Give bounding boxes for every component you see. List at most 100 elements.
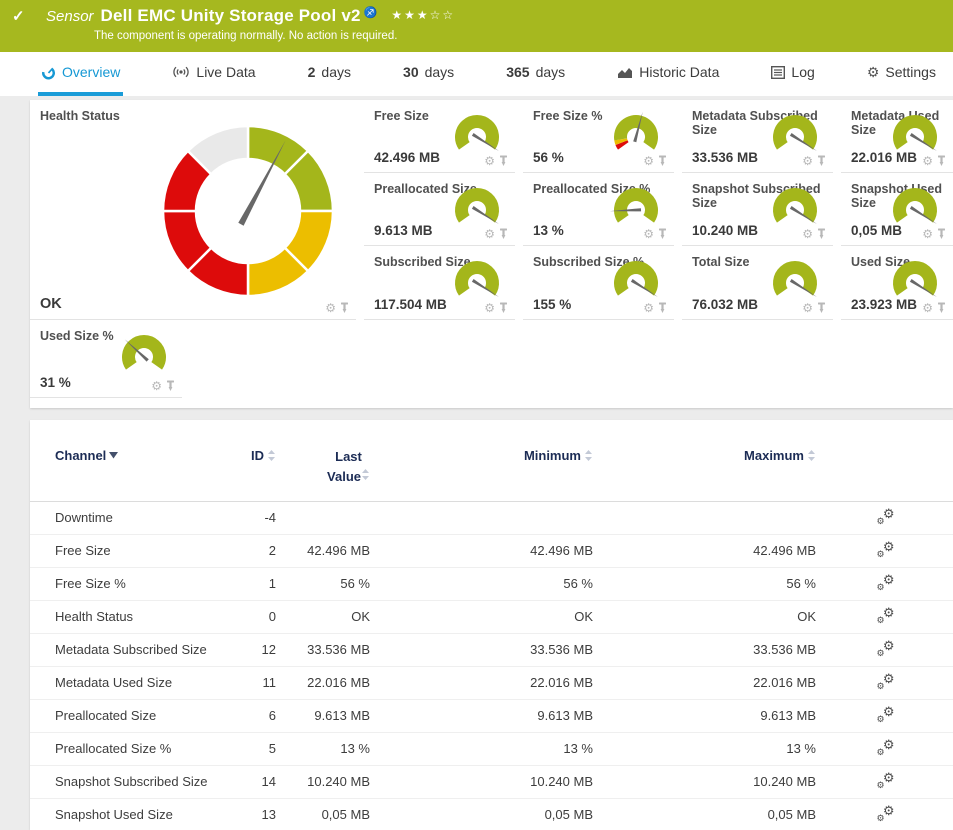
- channel-settings-icon[interactable]: ⚙⚙: [877, 805, 895, 821]
- channel-settings-icon[interactable]: ⚙⚙: [877, 772, 895, 788]
- gauge-settings-gear-icon[interactable]: ⚙: [922, 302, 933, 314]
- channel-name: Metadata Used Size: [30, 666, 220, 699]
- gauge-value: 22.016 MB: [851, 150, 917, 165]
- gauge-settings-gear-icon[interactable]: ⚙: [325, 302, 336, 314]
- channel-settings-icon[interactable]: ⚙⚙: [877, 673, 895, 689]
- gauge-settings-gear-icon[interactable]: ⚙: [484, 228, 495, 240]
- channel-settings-icon[interactable]: ⚙⚙: [877, 739, 895, 755]
- sensor-tab-bar: Overview Live Data 2days 30days 365days Histo…: [0, 52, 953, 96]
- tab-overview[interactable]: Overview: [38, 52, 123, 96]
- pin-icon[interactable]: [817, 302, 826, 314]
- pin-icon[interactable]: [658, 228, 667, 240]
- gauge-settings-gear-icon[interactable]: ⚙: [484, 302, 495, 314]
- tab-live-data[interactable]: Live Data: [169, 52, 258, 96]
- channel-settings-icon[interactable]: ⚙⚙: [877, 640, 895, 656]
- gauge-cell-used-size[interactable]: Used Size23.923 MB⚙: [841, 246, 953, 320]
- gauge-settings-gear-icon[interactable]: ⚙: [151, 380, 162, 392]
- column-header-maximum[interactable]: Maximum: [595, 436, 818, 501]
- gauge-cell-snapshot-subscribed-size[interactable]: Snapshot Subscribed Size10.240 MB⚙: [682, 173, 833, 246]
- priority-stars[interactable]: ★★★☆☆: [391, 8, 455, 22]
- channel-last-value: 0,05 MB: [278, 798, 372, 830]
- channel-row-snapshot-subscribed-size[interactable]: Snapshot Subscribed Size1410.240 MB10.24…: [30, 765, 953, 798]
- column-header-minimum[interactable]: Minimum: [372, 436, 595, 501]
- gauge-settings-gear-icon[interactable]: ⚙: [922, 228, 933, 240]
- channel-row-free-size[interactable]: Free Size %156 %56 %56 %⚙⚙: [30, 567, 953, 600]
- gauge-cell-used-size[interactable]: Used Size %31 %⚙: [30, 320, 182, 398]
- column-header-last-value[interactable]: Last Value: [278, 436, 372, 501]
- gauge-settings-gear-icon[interactable]: ⚙: [802, 155, 813, 167]
- gauge-value: 31 %: [40, 375, 71, 390]
- gauge-value: 23.923 MB: [851, 297, 917, 312]
- channel-settings-icon[interactable]: ⚙⚙: [877, 508, 895, 524]
- gauge-value: 10.240 MB: [692, 223, 758, 238]
- pin-icon[interactable]: [166, 380, 175, 392]
- tab-settings[interactable]: ⚙Settings: [864, 52, 939, 96]
- channel-row-preallocated-size[interactable]: Preallocated Size %513 %13 %13 %⚙⚙: [30, 732, 953, 765]
- column-header-channel[interactable]: Channel: [30, 436, 220, 501]
- gauge-cell-free-size[interactable]: Free Size %56 %⚙: [523, 100, 674, 173]
- column-header-id[interactable]: ID: [220, 436, 278, 501]
- channel-minimum: 10.240 MB: [372, 765, 595, 798]
- pin-icon[interactable]: [937, 155, 946, 167]
- channel-row-metadata-subscribed-size[interactable]: Metadata Subscribed Size1233.536 MB33.53…: [30, 633, 953, 666]
- gauge-settings-gear-icon[interactable]: ⚙: [802, 228, 813, 240]
- gauge-dial: [437, 109, 511, 159]
- pin-icon[interactable]: [817, 155, 826, 167]
- tab-365-days[interactable]: 365days: [503, 52, 568, 96]
- channel-row-free-size[interactable]: Free Size242.496 MB42.496 MB42.496 MB⚙⚙: [30, 534, 953, 567]
- channel-table-panel: Channel ID Last Value Minimum: [30, 420, 953, 830]
- channel-settings-icon[interactable]: ⚙⚙: [877, 706, 895, 722]
- channel-settings-icon[interactable]: ⚙⚙: [877, 541, 895, 557]
- pin-icon[interactable]: [817, 228, 826, 240]
- tab-label: Settings: [885, 64, 936, 80]
- gauge-settings-gear-icon[interactable]: ⚙: [643, 155, 654, 167]
- pin-icon[interactable]: [499, 302, 508, 314]
- channel-settings-icon[interactable]: ⚙⚙: [877, 607, 895, 623]
- pin-icon[interactable]: [499, 228, 508, 240]
- pin-icon[interactable]: [499, 155, 508, 167]
- pin-icon[interactable]: [937, 302, 946, 314]
- gauge-cell-subscribed-size[interactable]: Subscribed Size %155 %⚙: [523, 246, 674, 320]
- tab-2-days[interactable]: 2days: [305, 52, 354, 96]
- pin-icon[interactable]: [658, 155, 667, 167]
- sort-toggle-icon[interactable]: [807, 449, 816, 462]
- channel-row-metadata-used-size[interactable]: Metadata Used Size1122.016 MB22.016 MB22…: [30, 666, 953, 699]
- gauge-cell-snapshot-used-size[interactable]: Snapshot Used Size0,05 MB⚙: [841, 173, 953, 246]
- pin-icon[interactable]: [658, 302, 667, 314]
- channel-settings-icon[interactable]: ⚙⚙: [877, 574, 895, 590]
- channel-minimum: 42.496 MB: [372, 534, 595, 567]
- tab-historic-data[interactable]: Historic Data: [614, 52, 722, 96]
- gauge-cell-total-size[interactable]: Total Size76.032 MB⚙: [682, 246, 833, 320]
- gauge-cell-preallocated-size[interactable]: Preallocated Size9.613 MB⚙: [364, 173, 515, 246]
- tab-label: Log: [791, 64, 814, 80]
- tab-log[interactable]: Log: [768, 52, 817, 96]
- gauge-cell-metadata-used-size[interactable]: Metadata Used Size22.016 MB⚙: [841, 100, 953, 173]
- pin-icon[interactable]: [340, 302, 349, 314]
- channel-last-value: OK: [278, 600, 372, 633]
- gauge-settings-gear-icon[interactable]: ⚙: [643, 302, 654, 314]
- channel-last-value: 42.496 MB: [278, 534, 372, 567]
- pin-icon[interactable]: [937, 228, 946, 240]
- sort-toggle-icon[interactable]: [584, 449, 593, 462]
- sort-toggle-icon[interactable]: [361, 468, 370, 481]
- gauge-cell-free-size[interactable]: Free Size42.496 MB⚙: [364, 100, 515, 173]
- channel-minimum: 33.536 MB: [372, 633, 595, 666]
- gauge-cell-preallocated-size[interactable]: Preallocated Size %13 %⚙: [523, 173, 674, 246]
- channel-maximum: 0,05 MB: [595, 798, 818, 830]
- health-status-gauge-cell[interactable]: Health StatusOK⚙: [30, 100, 356, 320]
- gauge-dial: [596, 109, 670, 159]
- channel-row-health-status[interactable]: Health Status0OKOKOK⚙⚙: [30, 600, 953, 633]
- sort-toggle-icon[interactable]: [267, 449, 276, 462]
- channel-row-preallocated-size[interactable]: Preallocated Size69.613 MB9.613 MB9.613 …: [30, 699, 953, 732]
- gauge-settings-gear-icon[interactable]: ⚙: [643, 228, 654, 240]
- flag-icon[interactable]: ♐: [364, 6, 378, 19]
- channel-row-snapshot-used-size[interactable]: Snapshot Used Size130,05 MB0,05 MB0,05 M…: [30, 798, 953, 830]
- gauge-cell-metadata-subscribed-size[interactable]: Metadata Subscribed Size33.536 MB⚙: [682, 100, 833, 173]
- channel-row-downtime[interactable]: Downtime-4⚙⚙: [30, 501, 953, 534]
- gauge-value: OK: [40, 296, 62, 312]
- gauge-cell-subscribed-size[interactable]: Subscribed Size117.504 MB⚙: [364, 246, 515, 320]
- gauge-settings-gear-icon[interactable]: ⚙: [484, 155, 495, 167]
- gauge-settings-gear-icon[interactable]: ⚙: [922, 155, 933, 167]
- tab-30-days[interactable]: 30days: [400, 52, 457, 96]
- gauge-settings-gear-icon[interactable]: ⚙: [802, 302, 813, 314]
